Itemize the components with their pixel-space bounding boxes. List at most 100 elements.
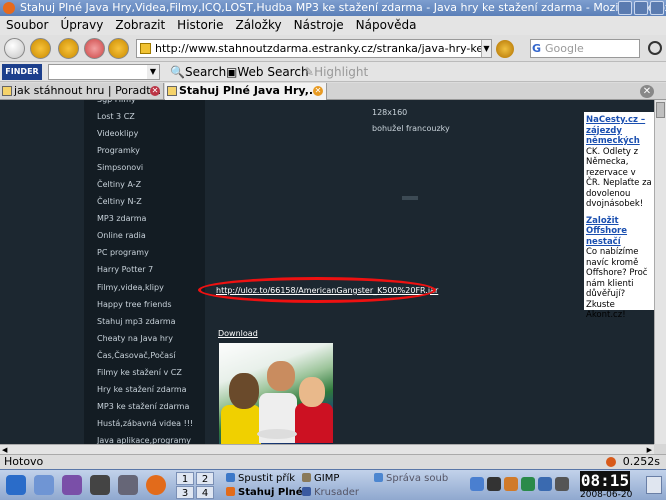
highlight-label: Highlight — [314, 65, 369, 79]
window-titlebar[interactable]: Stahuj Plné Java Hry,Videa,Filmy,ICQ,LOS… — [0, 0, 666, 16]
url-history-dropdown[interactable]: ▼ — [481, 40, 491, 57]
web-search-label: Web Search — [237, 65, 309, 79]
chevron-down-icon[interactable]: ▼ — [147, 65, 159, 79]
sidebar-item[interactable]: Čeltiny A-Z — [84, 176, 205, 193]
system-tray — [470, 477, 569, 491]
addon-icon[interactable] — [606, 457, 616, 467]
close-button[interactable] — [650, 1, 664, 15]
sidebar-item[interactable]: Hry ke stažení zdarma — [84, 381, 205, 398]
menu-upravy[interactable]: Úpravy — [54, 16, 109, 35]
firefox-icon[interactable] — [146, 475, 166, 495]
ad-title[interactable]: Založit Offshore nestačí — [586, 216, 627, 247]
finder-search-button[interactable]: 🔍Search — [170, 64, 226, 80]
task-spustit[interactable]: Spustit přík — [226, 472, 302, 485]
finder-search-input[interactable]: ▼ — [48, 64, 160, 80]
ad-title[interactable]: NaCesty.cz – zájezdy německých — [586, 115, 645, 146]
task-gimp[interactable]: GIMP — [302, 472, 372, 485]
task-sprava[interactable]: Správa soub — [374, 472, 466, 485]
menu-soubor[interactable]: Soubor — [0, 16, 54, 35]
horizontal-scrollbar[interactable]: ◀ ▶ — [0, 444, 654, 454]
terminal-icon[interactable] — [90, 475, 110, 495]
player-shirt — [221, 405, 261, 444]
show-desktop-button[interactable] — [646, 476, 662, 494]
finder-logo[interactable]: FINDER — [2, 64, 42, 80]
finder-search-label: Search — [184, 65, 227, 79]
close-tab-icon[interactable]: ✕ — [313, 86, 323, 96]
clock[interactable]: 08:15 — [580, 471, 630, 491]
window-title: Stahuj Plné Java Hry,Videa,Filmy,ICQ,LOS… — [20, 1, 666, 14]
volume-icon[interactable] — [538, 477, 552, 491]
sidebar-item[interactable]: Stahuj mp3 zdarma — [84, 313, 205, 330]
menu-historie[interactable]: Historie — [171, 16, 229, 35]
sidebar-item[interactable]: Cheaty na Java hry — [84, 330, 205, 347]
sidebar-item[interactable]: Lost 3 CZ — [84, 108, 205, 125]
sidebar-item[interactable]: Filmy ke stažení v CZ — [84, 364, 205, 381]
network-icon[interactable] — [470, 477, 484, 491]
back-button[interactable] — [4, 38, 25, 59]
forward-button[interactable] — [30, 38, 51, 59]
new-tab-button[interactable]: ✕ — [640, 85, 654, 98]
menu-napoveda[interactable]: Nápověda — [350, 16, 423, 35]
ad-text: CK. Odlety z Německa, rezervace v ČR. Ne… — [586, 146, 652, 210]
tab-jak-stahnout[interactable]: jak stáhnout hru | Poradt... ✕ — [0, 83, 164, 100]
search-icon[interactable] — [648, 41, 662, 55]
cursor-icon[interactable] — [118, 475, 138, 495]
sidebar-item[interactable]: Sgp Filmy — [84, 100, 205, 108]
desktop-2[interactable]: 2 — [196, 472, 214, 485]
sidebar-item[interactable]: Java aplikace,programy — [84, 432, 205, 444]
vertical-scrollbar[interactable] — [654, 100, 666, 444]
url-bar[interactable]: http://www.stahnoutzdarma.estranky.cz/st… — [136, 39, 492, 58]
scroll-right-icon[interactable]: ▶ — [647, 446, 652, 454]
scroll-thumb[interactable] — [656, 102, 665, 118]
battery-icon[interactable] — [555, 477, 569, 491]
update-icon[interactable] — [504, 477, 518, 491]
task-label: Stahuj Plné — [238, 487, 302, 498]
clipboard-icon[interactable] — [521, 477, 535, 491]
menu-nastroje[interactable]: Nástroje — [288, 16, 350, 35]
star-menu-icon[interactable] — [6, 475, 26, 495]
desktop-4[interactable]: 4 — [196, 486, 214, 499]
sidebar-item[interactable]: Videoklipy — [84, 125, 205, 142]
stop-button[interactable] — [84, 38, 105, 59]
sidebar-item[interactable]: MP3 zdarma — [84, 210, 205, 227]
scroll-left-icon[interactable]: ◀ — [2, 446, 7, 454]
search-input[interactable]: G Google — [530, 39, 640, 58]
task-krusader[interactable]: Krusader — [302, 486, 382, 499]
go-button[interactable] — [496, 40, 514, 58]
search-placeholder: Google — [545, 42, 584, 55]
menu-bar: Soubor Úpravy Zobrazit Historie Záložky … — [0, 16, 666, 35]
display-icon[interactable] — [487, 477, 501, 491]
sidebar-item[interactable]: Happy tree friends — [84, 296, 205, 313]
sidebar-item[interactable]: Hustá,zábavná videa !!! — [84, 415, 205, 432]
sidebar-item[interactable]: Simpsonovi — [84, 159, 205, 176]
player-head — [229, 373, 259, 409]
status-bar: Hotovo 0.252s — [0, 454, 666, 469]
tab-stahuj-plne[interactable]: Stahuj Plné Java Hry,... ✕ — [165, 83, 327, 100]
sidebar-item[interactable]: Čeltiny N-Z — [84, 193, 205, 210]
web-search-button[interactable]: ▣Web Search — [226, 64, 309, 80]
minimize-button[interactable] — [618, 1, 632, 15]
menu-zobrazit[interactable]: Zobrazit — [109, 16, 171, 35]
sidebar-item[interactable]: Čas,Časovač,Počasí — [84, 347, 205, 364]
divider — [402, 196, 418, 200]
highlight-button[interactable]: ✎Highlight — [304, 64, 368, 80]
sidebar-item[interactable]: Programky — [84, 142, 205, 159]
close-tab-icon[interactable]: ✕ — [150, 86, 160, 96]
menu-zalozky[interactable]: Záložky — [229, 16, 287, 35]
sidebar-item[interactable]: Harry Potter 7 — [84, 261, 205, 278]
sidebar-item[interactable]: MP3 ke stažení zdarma — [84, 398, 205, 415]
sidebar-item[interactable]: Filmy,videa,klipy — [84, 279, 205, 296]
desktop-1[interactable]: 1 — [176, 472, 194, 485]
desktop-3[interactable]: 3 — [176, 486, 194, 499]
apps-icon[interactable] — [62, 475, 82, 495]
reload-button[interactable] — [58, 38, 79, 59]
home-button[interactable] — [108, 38, 129, 59]
player-head — [299, 377, 325, 407]
sidebar-item[interactable]: PC programy — [84, 244, 205, 261]
task-stahuj[interactable]: Stahuj Plné — [226, 486, 302, 499]
download-link[interactable]: Download — [218, 329, 258, 338]
sidebar-item[interactable]: Online radia — [84, 227, 205, 244]
scroll-corner — [654, 444, 666, 454]
maximize-button[interactable] — [634, 1, 648, 15]
home-icon[interactable] — [34, 475, 54, 495]
